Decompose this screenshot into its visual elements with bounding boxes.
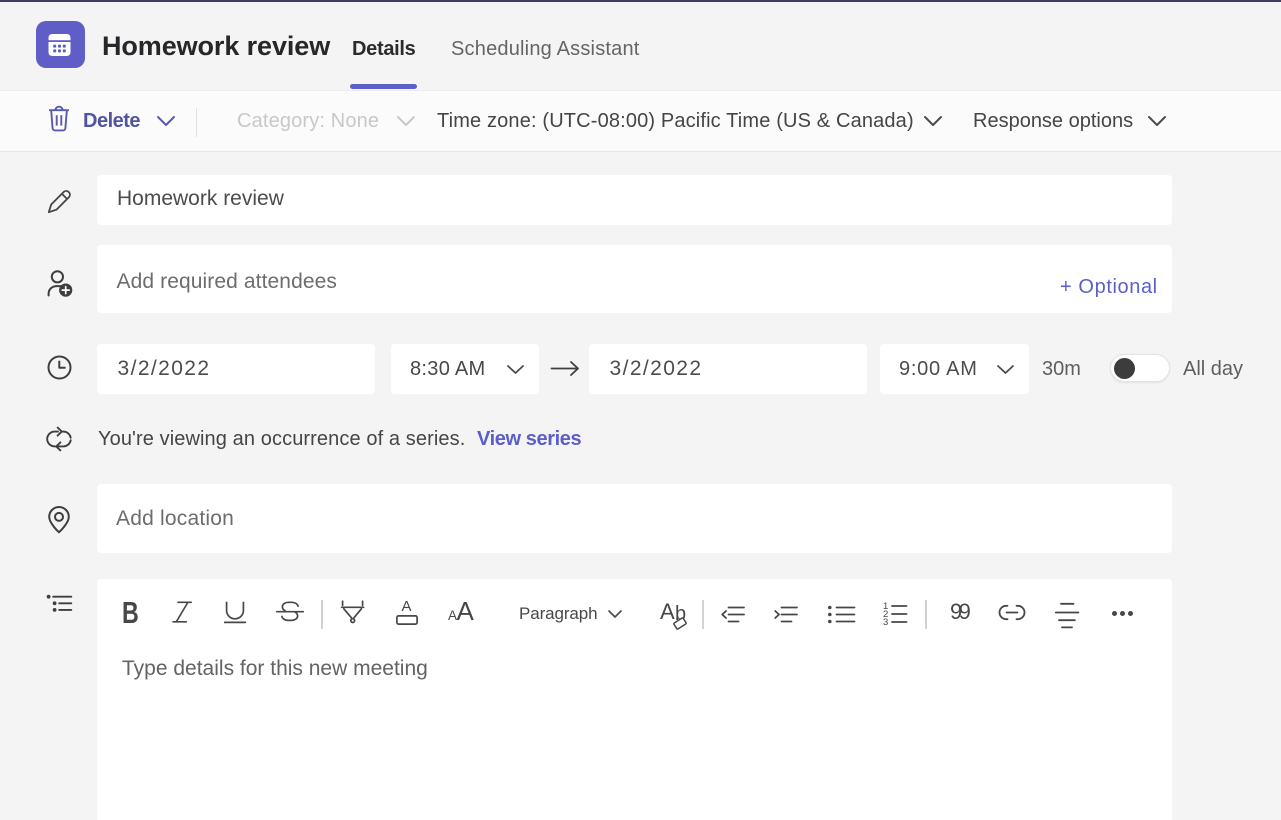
svg-text:3: 3: [883, 617, 888, 628]
